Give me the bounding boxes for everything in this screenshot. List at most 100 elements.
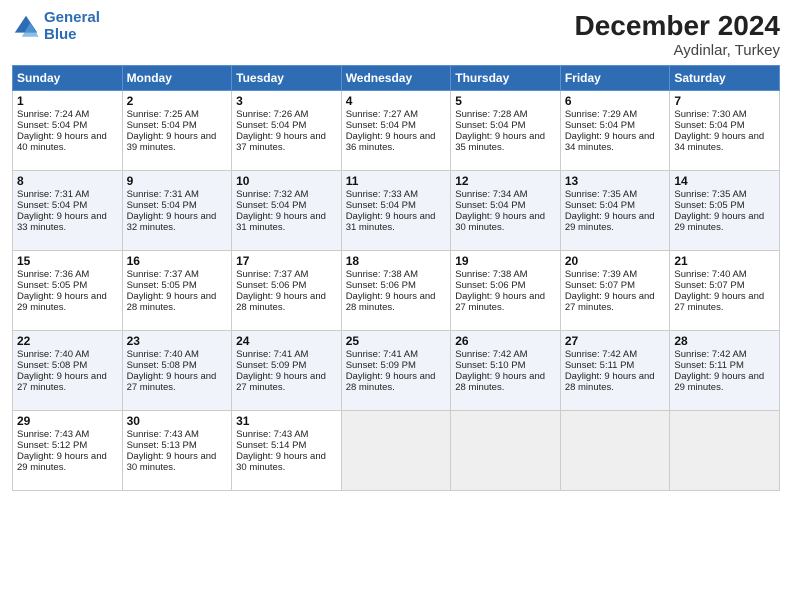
sunrise-label: Sunrise: 7:43 AM — [17, 429, 89, 440]
daylight-label: Daylight: 9 hours and 34 minutes. — [674, 131, 764, 153]
sunset-label: Sunset: 5:12 PM — [17, 440, 87, 451]
logo-line2: Blue — [44, 27, 100, 44]
table-cell: 28 Sunrise: 7:42 AM Sunset: 5:11 PM Dayl… — [670, 331, 780, 411]
table-cell: 29 Sunrise: 7:43 AM Sunset: 5:12 PM Dayl… — [13, 411, 123, 491]
sunrise-label: Sunrise: 7:29 AM — [565, 109, 637, 120]
day-number: 25 — [346, 334, 447, 348]
sunrise-label: Sunrise: 7:39 AM — [565, 269, 637, 280]
table-cell: 6 Sunrise: 7:29 AM Sunset: 5:04 PM Dayli… — [560, 91, 670, 171]
sunset-label: Sunset: 5:05 PM — [17, 280, 87, 291]
calendar-week-row: 15 Sunrise: 7:36 AM Sunset: 5:05 PM Dayl… — [13, 251, 780, 331]
month-title: December 2024 — [575, 10, 780, 42]
col-tuesday: Tuesday — [232, 66, 342, 91]
day-number: 21 — [674, 254, 775, 268]
table-cell: 30 Sunrise: 7:43 AM Sunset: 5:13 PM Dayl… — [122, 411, 232, 491]
logo-line1: General — [44, 9, 100, 26]
empty-cell — [451, 411, 561, 491]
sunset-label: Sunset: 5:07 PM — [565, 280, 635, 291]
daylight-label: Daylight: 9 hours and 39 minutes. — [127, 131, 217, 153]
sunset-label: Sunset: 5:13 PM — [127, 440, 197, 451]
table-cell: 14 Sunrise: 7:35 AM Sunset: 5:05 PM Dayl… — [670, 171, 780, 251]
day-number: 6 — [565, 94, 666, 108]
sunset-label: Sunset: 5:04 PM — [455, 200, 525, 211]
table-cell: 18 Sunrise: 7:38 AM Sunset: 5:06 PM Dayl… — [341, 251, 451, 331]
sunrise-label: Sunrise: 7:42 AM — [455, 349, 527, 360]
daylight-label: Daylight: 9 hours and 30 minutes. — [236, 451, 326, 473]
page-container: General Blue December 2024 Aydinlar, Tur… — [0, 0, 792, 501]
daylight-label: Daylight: 9 hours and 27 minutes. — [455, 291, 545, 313]
day-number: 12 — [455, 174, 556, 188]
sunrise-label: Sunrise: 7:28 AM — [455, 109, 527, 120]
sunrise-label: Sunrise: 7:38 AM — [455, 269, 527, 280]
day-number: 24 — [236, 334, 337, 348]
daylight-label: Daylight: 9 hours and 31 minutes. — [236, 211, 326, 233]
daylight-label: Daylight: 9 hours and 30 minutes. — [127, 451, 217, 473]
col-monday: Monday — [122, 66, 232, 91]
table-cell: 1 Sunrise: 7:24 AM Sunset: 5:04 PM Dayli… — [13, 91, 123, 171]
logo-text: General Blue — [44, 10, 100, 43]
sunrise-label: Sunrise: 7:43 AM — [127, 429, 199, 440]
day-number: 2 — [127, 94, 228, 108]
sunrise-label: Sunrise: 7:25 AM — [127, 109, 199, 120]
table-cell: 26 Sunrise: 7:42 AM Sunset: 5:10 PM Dayl… — [451, 331, 561, 411]
daylight-label: Daylight: 9 hours and 29 minutes. — [674, 371, 764, 393]
sunset-label: Sunset: 5:11 PM — [674, 360, 744, 371]
sunset-label: Sunset: 5:07 PM — [674, 280, 744, 291]
daylight-label: Daylight: 9 hours and 29 minutes. — [565, 211, 655, 233]
logo-icon — [12, 13, 40, 41]
sunset-label: Sunset: 5:04 PM — [17, 120, 87, 131]
day-number: 27 — [565, 334, 666, 348]
daylight-label: Daylight: 9 hours and 28 minutes. — [346, 291, 436, 313]
table-cell: 20 Sunrise: 7:39 AM Sunset: 5:07 PM Dayl… — [560, 251, 670, 331]
day-number: 20 — [565, 254, 666, 268]
sunrise-label: Sunrise: 7:35 AM — [565, 189, 637, 200]
table-cell: 16 Sunrise: 7:37 AM Sunset: 5:05 PM Dayl… — [122, 251, 232, 331]
sunrise-label: Sunrise: 7:34 AM — [455, 189, 527, 200]
sunrise-label: Sunrise: 7:41 AM — [346, 349, 418, 360]
daylight-label: Daylight: 9 hours and 32 minutes. — [127, 211, 217, 233]
daylight-label: Daylight: 9 hours and 28 minutes. — [565, 371, 655, 393]
sunset-label: Sunset: 5:04 PM — [346, 200, 416, 211]
sunset-label: Sunset: 5:04 PM — [236, 200, 306, 211]
sunrise-label: Sunrise: 7:40 AM — [127, 349, 199, 360]
sunset-label: Sunset: 5:09 PM — [346, 360, 416, 371]
table-cell: 13 Sunrise: 7:35 AM Sunset: 5:04 PM Dayl… — [560, 171, 670, 251]
sunrise-label: Sunrise: 7:31 AM — [17, 189, 89, 200]
sunrise-label: Sunrise: 7:32 AM — [236, 189, 308, 200]
table-cell: 2 Sunrise: 7:25 AM Sunset: 5:04 PM Dayli… — [122, 91, 232, 171]
sunset-label: Sunset: 5:08 PM — [127, 360, 197, 371]
calendar-week-row: 1 Sunrise: 7:24 AM Sunset: 5:04 PM Dayli… — [13, 91, 780, 171]
col-friday: Friday — [560, 66, 670, 91]
daylight-label: Daylight: 9 hours and 27 minutes. — [127, 371, 217, 393]
daylight-label: Daylight: 9 hours and 28 minutes. — [127, 291, 217, 313]
day-number: 13 — [565, 174, 666, 188]
sunrise-label: Sunrise: 7:30 AM — [674, 109, 746, 120]
day-number: 16 — [127, 254, 228, 268]
daylight-label: Daylight: 9 hours and 40 minutes. — [17, 131, 107, 153]
day-number: 31 — [236, 414, 337, 428]
daylight-label: Daylight: 9 hours and 27 minutes. — [674, 291, 764, 313]
sunset-label: Sunset: 5:04 PM — [674, 120, 744, 131]
daylight-label: Daylight: 9 hours and 34 minutes. — [565, 131, 655, 153]
sunset-label: Sunset: 5:04 PM — [236, 120, 306, 131]
table-cell: 24 Sunrise: 7:41 AM Sunset: 5:09 PM Dayl… — [232, 331, 342, 411]
sunset-label: Sunset: 5:14 PM — [236, 440, 306, 451]
table-cell: 5 Sunrise: 7:28 AM Sunset: 5:04 PM Dayli… — [451, 91, 561, 171]
daylight-label: Daylight: 9 hours and 33 minutes. — [17, 211, 107, 233]
day-number: 4 — [346, 94, 447, 108]
sunrise-label: Sunrise: 7:40 AM — [674, 269, 746, 280]
col-saturday: Saturday — [670, 66, 780, 91]
col-thursday: Thursday — [451, 66, 561, 91]
table-cell: 25 Sunrise: 7:41 AM Sunset: 5:09 PM Dayl… — [341, 331, 451, 411]
sunrise-label: Sunrise: 7:31 AM — [127, 189, 199, 200]
daylight-label: Daylight: 9 hours and 29 minutes. — [17, 291, 107, 313]
daylight-label: Daylight: 9 hours and 37 minutes. — [236, 131, 326, 153]
daylight-label: Daylight: 9 hours and 28 minutes. — [236, 291, 326, 313]
sunset-label: Sunset: 5:05 PM — [127, 280, 197, 291]
day-number: 22 — [17, 334, 118, 348]
sunrise-label: Sunrise: 7:42 AM — [565, 349, 637, 360]
calendar-week-row: 22 Sunrise: 7:40 AM Sunset: 5:08 PM Dayl… — [13, 331, 780, 411]
table-cell: 17 Sunrise: 7:37 AM Sunset: 5:06 PM Dayl… — [232, 251, 342, 331]
sunrise-label: Sunrise: 7:38 AM — [346, 269, 418, 280]
sunset-label: Sunset: 5:04 PM — [127, 200, 197, 211]
